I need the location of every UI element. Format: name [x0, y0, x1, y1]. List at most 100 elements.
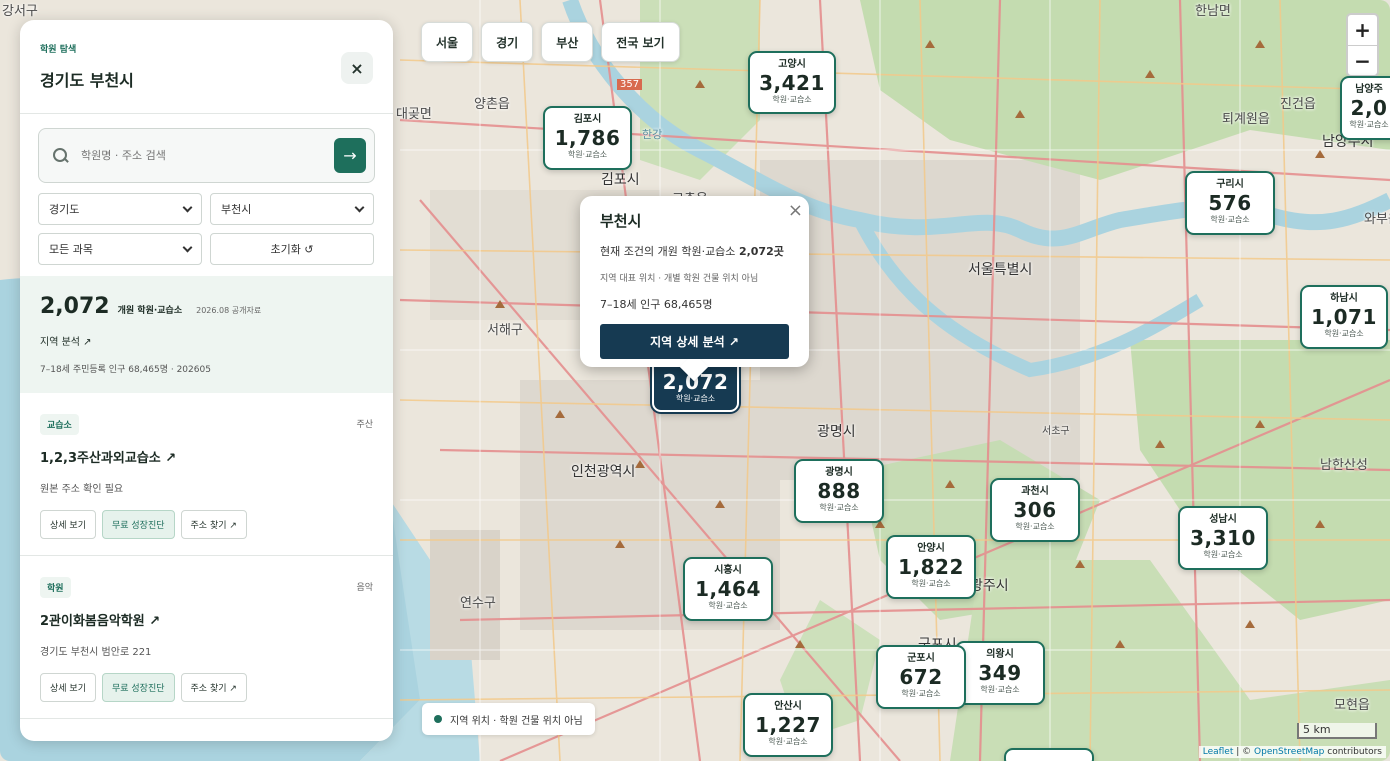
growth-diagnosis-button[interactable]: 무료 성장진단 — [101, 510, 175, 539]
marker-sub: 학원·교습소 — [772, 95, 812, 104]
region-marker[interactable]: 구리시 576 학원·교습소 — [1185, 171, 1275, 235]
marker-name: 김포시 — [573, 114, 602, 125]
popup-count-line: 현재 조건의 개원 학원·교습소 2,072곳 — [600, 243, 789, 259]
popup-note: 지역 대표 위치 · 개별 학원 건물 위치 아님 — [600, 274, 759, 284]
region-marker[interactable]: 시흥시 1,464 학원·교습소 — [683, 557, 773, 621]
route-shield: 357 — [617, 79, 643, 90]
zoom-out-button[interactable]: − — [1348, 45, 1377, 75]
map-label: 서해구 — [487, 323, 523, 338]
attribution: Leaflet | © OpenStreetMap contributors — [1198, 746, 1386, 758]
panel-eyebrow: 학원 탐색 — [40, 45, 77, 55]
zoom-control: + − — [1346, 13, 1379, 77]
legend-text: 지역 위치 · 학원 건물 위치 아님 — [450, 715, 583, 727]
marker-count: 3,421 — [759, 71, 825, 95]
marker-name: 하남시 — [1330, 293, 1358, 304]
map-label: 광명시 — [817, 424, 856, 440]
region-marker[interactable]: 남양주 2,0 학원·교습소 — [1340, 76, 1390, 140]
marker-count: 672 — [899, 665, 943, 689]
academy-name-link[interactable]: 2관이화봄음악학원 ↗ — [40, 610, 373, 629]
popup-population: 7–18세 인구 68,465명 — [600, 298, 713, 311]
map-label: 모현읍 — [1334, 698, 1370, 713]
marker-sub: 학원·교습소 — [1015, 522, 1055, 531]
academy-type-badge: 교습소 — [40, 414, 79, 435]
search-submit-button[interactable]: → — [334, 138, 366, 173]
marker-sub: 학원·교습소 — [819, 503, 859, 512]
province-value: 경기도 — [49, 203, 80, 216]
region-marker[interactable]: 광명시 888 학원·교습소 — [794, 459, 884, 523]
chip-nationwide[interactable]: 전국 보기 — [601, 22, 680, 62]
map-label: 퇴계원읍 — [1222, 112, 1270, 127]
marker-count: 3,310 — [1190, 526, 1256, 550]
growth-diagnosis-button[interactable]: 무료 성장진단 — [101, 673, 175, 702]
map-label: 강서구 — [2, 4, 38, 19]
academy-subject: 주산 — [356, 420, 373, 430]
marker-sub: 학원·교습소 — [675, 394, 716, 403]
subject-select[interactable]: 모든 과목 — [38, 233, 202, 265]
map-label: 서초구 — [1042, 426, 1070, 437]
academy-card: 학원 음악 2관이화봄음악학원 ↗ 경기도 부천시 범안로 221 상세 보기 … — [20, 556, 393, 719]
stats-count: 2,072 — [40, 294, 110, 319]
map-label: 양촌읍 — [474, 97, 510, 112]
popup-close-icon[interactable]: × — [788, 200, 803, 221]
popup-count-prefix: 현재 조건의 개원 학원·교습소 — [600, 245, 739, 258]
chevron-down-icon — [182, 242, 193, 252]
region-marker[interactable]: 의왕시 349 학원·교습소 — [955, 641, 1045, 705]
region-analysis-button[interactable]: 지역 상세 분석 ↗ — [600, 324, 789, 359]
region-chips: 서울 경기 부산 전국 보기 — [421, 22, 680, 62]
panel-title: 경기도 부천시 — [40, 71, 134, 90]
map-label: 연수구 — [460, 596, 496, 611]
marker-name: 군포시 — [907, 653, 935, 664]
chip-busan[interactable]: 부산 — [541, 22, 594, 62]
side-panel: 학원 탐색 경기도 부천시 × → 경기도 부천시 모든 과목 초기화 ↺ 2,… — [20, 20, 393, 741]
region-marker[interactable]: 과천시 306 학원·교습소 — [990, 478, 1080, 542]
reset-button[interactable]: 초기화 ↺ — [210, 233, 374, 265]
map-label: 서울특별시 — [968, 262, 1033, 278]
scale-bar: 5 km — [1297, 723, 1377, 739]
marker-sub: 학원·교습소 — [708, 601, 748, 610]
chip-gyeonggi[interactable]: 경기 — [481, 22, 534, 62]
marker-sub: 학원·교습소 — [911, 579, 951, 588]
marker-sub: 학원·교습소 — [1324, 329, 1364, 338]
region-analysis-link[interactable]: 지역 분석 ↗ — [40, 333, 373, 348]
map-label: 한강 — [642, 128, 663, 141]
panel-close-button[interactable]: × — [341, 52, 373, 84]
detail-button[interactable]: 상세 보기 — [40, 673, 96, 702]
region-marker[interactable]: 성남시 3,310 학원·교습소 — [1178, 506, 1268, 570]
region-marker[interactable]: 김포시 1,786 학원·교습소 — [543, 106, 632, 170]
stats-summary: 2,072 개원 학원·교습소 2026.08 공개자료 지역 분석 ↗ 7–1… — [20, 276, 393, 393]
marker-count: 1,227 — [755, 713, 821, 737]
marker-name: 남양주 — [1355, 84, 1383, 95]
marker-name: 과천시 — [1021, 486, 1049, 497]
marker-name: 시흥시 — [714, 565, 742, 576]
marker-sub: 학원·교습소 — [1349, 120, 1389, 129]
subject-value: 모든 과목 — [49, 243, 93, 256]
city-select[interactable]: 부천시 — [210, 193, 374, 225]
marker-sub: 학원·교습소 — [1203, 550, 1243, 559]
academy-name-link[interactable]: 1,2,3주산과외교습소 ↗ — [40, 447, 373, 466]
region-marker[interactable]: 안산시 1,227 학원·교습소 — [743, 693, 833, 757]
chip-seoul[interactable]: 서울 — [421, 22, 474, 62]
find-address-button[interactable]: 주소 찾기 ↗ — [180, 510, 247, 539]
region-marker-partial[interactable] — [1004, 748, 1094, 761]
map-label: 진건읍 — [1280, 97, 1316, 112]
region-marker[interactable]: 하남시 1,071 학원·교습소 — [1300, 285, 1388, 349]
marker-count: 888 — [817, 479, 861, 503]
zoom-in-button[interactable]: + — [1348, 15, 1377, 45]
find-address-button[interactable]: 주소 찾기 ↗ — [180, 673, 247, 702]
map-label: 대곶면 — [396, 107, 432, 122]
filters: 경기도 부천시 모든 과목 초기화 ↺ — [38, 193, 375, 265]
region-marker[interactable]: 고양시 3,421 학원·교습소 — [748, 51, 836, 114]
marker-count: 2,0 — [1350, 96, 1388, 120]
leaflet-link[interactable]: Leaflet — [1203, 747, 1234, 757]
province-select[interactable]: 경기도 — [38, 193, 202, 225]
map-label: 김포시 — [601, 172, 640, 188]
region-marker[interactable]: 군포시 672 학원·교습소 — [876, 645, 966, 709]
academy-address: 경기도 부천시 범안로 221 — [40, 647, 152, 658]
search-input[interactable] — [81, 149, 334, 162]
region-marker[interactable]: 안양시 1,822 학원·교습소 — [886, 535, 976, 599]
osm-link[interactable]: OpenStreetMap — [1254, 747, 1324, 757]
popup-count: 2,072곳 — [738, 245, 784, 258]
detail-button[interactable]: 상세 보기 — [40, 510, 96, 539]
marker-name: 구리시 — [1216, 179, 1244, 190]
panel-header: 학원 탐색 경기도 부천시 × — [20, 20, 393, 114]
